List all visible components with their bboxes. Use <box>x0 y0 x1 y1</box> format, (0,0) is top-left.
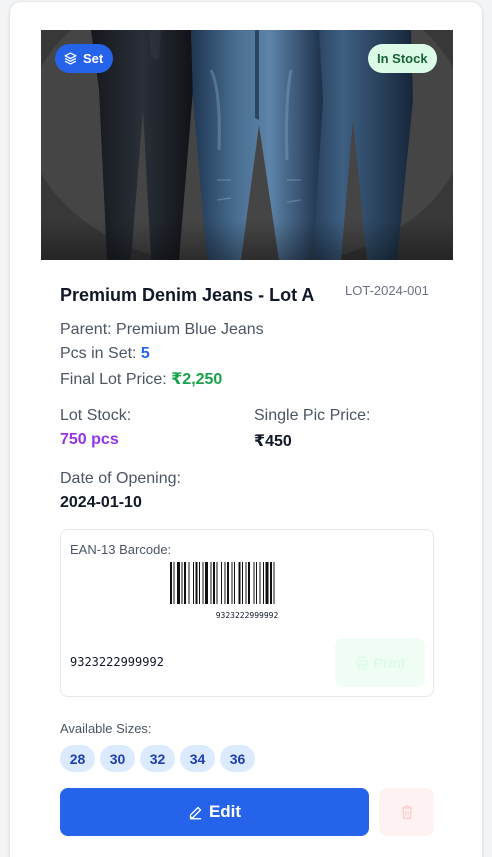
barcode-bar <box>227 562 229 604</box>
stock-status-label: In Stock <box>377 51 428 66</box>
size-chip[interactable]: 28 <box>60 745 95 772</box>
barcode-bar <box>213 562 215 604</box>
barcode-bar <box>263 562 264 604</box>
printer-icon <box>355 656 368 669</box>
parent-value: Premium Blue Jeans <box>116 321 264 338</box>
barcode-bar <box>188 562 190 604</box>
parent-label: Parent: <box>60 321 117 338</box>
image-floor-shadow <box>41 220 453 260</box>
parent-row: Parent: Premium Blue Jeans <box>60 321 264 339</box>
barcode-bar <box>231 562 233 604</box>
lot-stock-label: Lot Stock: <box>60 407 132 424</box>
barcode-number: 9323222999992 <box>70 655 164 669</box>
single-price-label: Single Pic Price: <box>254 407 371 424</box>
print-button-label: Print <box>373 654 406 671</box>
pencil-icon <box>189 806 202 819</box>
final-price-value: ₹2,250 <box>171 371 223 388</box>
barcode-bar <box>181 562 183 604</box>
barcode-bar <box>245 562 247 604</box>
final-price-row: Final Lot Price: ₹2,250 <box>60 369 222 389</box>
delete-button[interactable] <box>379 788 434 836</box>
lot-stock-value: 750 pcs <box>60 431 119 448</box>
print-button[interactable]: Print <box>335 638 425 687</box>
barcode-bar <box>224 562 226 604</box>
product-title: Premium Denim Jeans - Lot A <box>60 285 315 305</box>
barcode-image <box>170 562 275 604</box>
size-chip[interactable]: 30 <box>100 745 135 772</box>
barcode-bar <box>259 562 261 604</box>
set-badge-label: Set <box>83 51 104 66</box>
barcode-bar <box>177 562 180 604</box>
barcode-label: EAN-13 Barcode: <box>70 542 172 557</box>
barcode-bar <box>253 562 255 604</box>
final-price-label: Final Lot Price: <box>60 371 172 388</box>
trash-icon <box>401 805 412 820</box>
barcode-bar <box>248 562 250 604</box>
pcs-label: Pcs in Set: <box>60 345 141 362</box>
barcode-bar <box>270 562 272 604</box>
barcode-bar <box>184 562 186 604</box>
barcode-bar <box>242 562 243 604</box>
lot-code: LOT-2024-001 <box>345 283 429 298</box>
layers-icon <box>64 52 77 65</box>
barcode-bar <box>173 562 175 604</box>
barcode-bar <box>193 562 194 604</box>
date-value: 2024-01-10 <box>60 494 142 511</box>
barcode-bar <box>234 562 235 604</box>
barcode-bar <box>202 562 204 604</box>
pcs-value: 5 <box>140 345 150 362</box>
barcode-bar <box>170 562 172 604</box>
barcode-bar <box>273 562 275 604</box>
stock-status-badge: In Stock <box>368 44 437 73</box>
date-label: Date of Opening: <box>60 470 181 487</box>
barcode-bar <box>195 562 198 604</box>
set-badge: Set <box>55 44 114 73</box>
barcode-bar <box>265 562 269 604</box>
size-chip-list: 28 30 32 34 36 <box>60 745 255 772</box>
barcode-bar <box>238 562 241 604</box>
edit-button[interactable]: Edit <box>60 788 369 836</box>
barcode-bar <box>210 562 212 604</box>
barcode-bar <box>216 562 218 604</box>
single-price-value: ₹450 <box>254 433 292 450</box>
barcode-bar <box>199 562 200 604</box>
pcs-row: Pcs in Set: 5 <box>60 345 150 363</box>
sizes-label: Available Sizes: <box>60 721 152 736</box>
size-chip[interactable]: 32 <box>140 745 175 772</box>
edit-button-label: Edit <box>208 802 242 821</box>
barcode-bar <box>221 562 222 604</box>
barcode-digits: 9323222999992 <box>215 611 279 620</box>
size-chip[interactable]: 36 <box>220 745 255 772</box>
size-chip[interactable]: 34 <box>180 745 215 772</box>
barcode-bar <box>256 562 257 604</box>
barcode-bar <box>205 562 208 604</box>
